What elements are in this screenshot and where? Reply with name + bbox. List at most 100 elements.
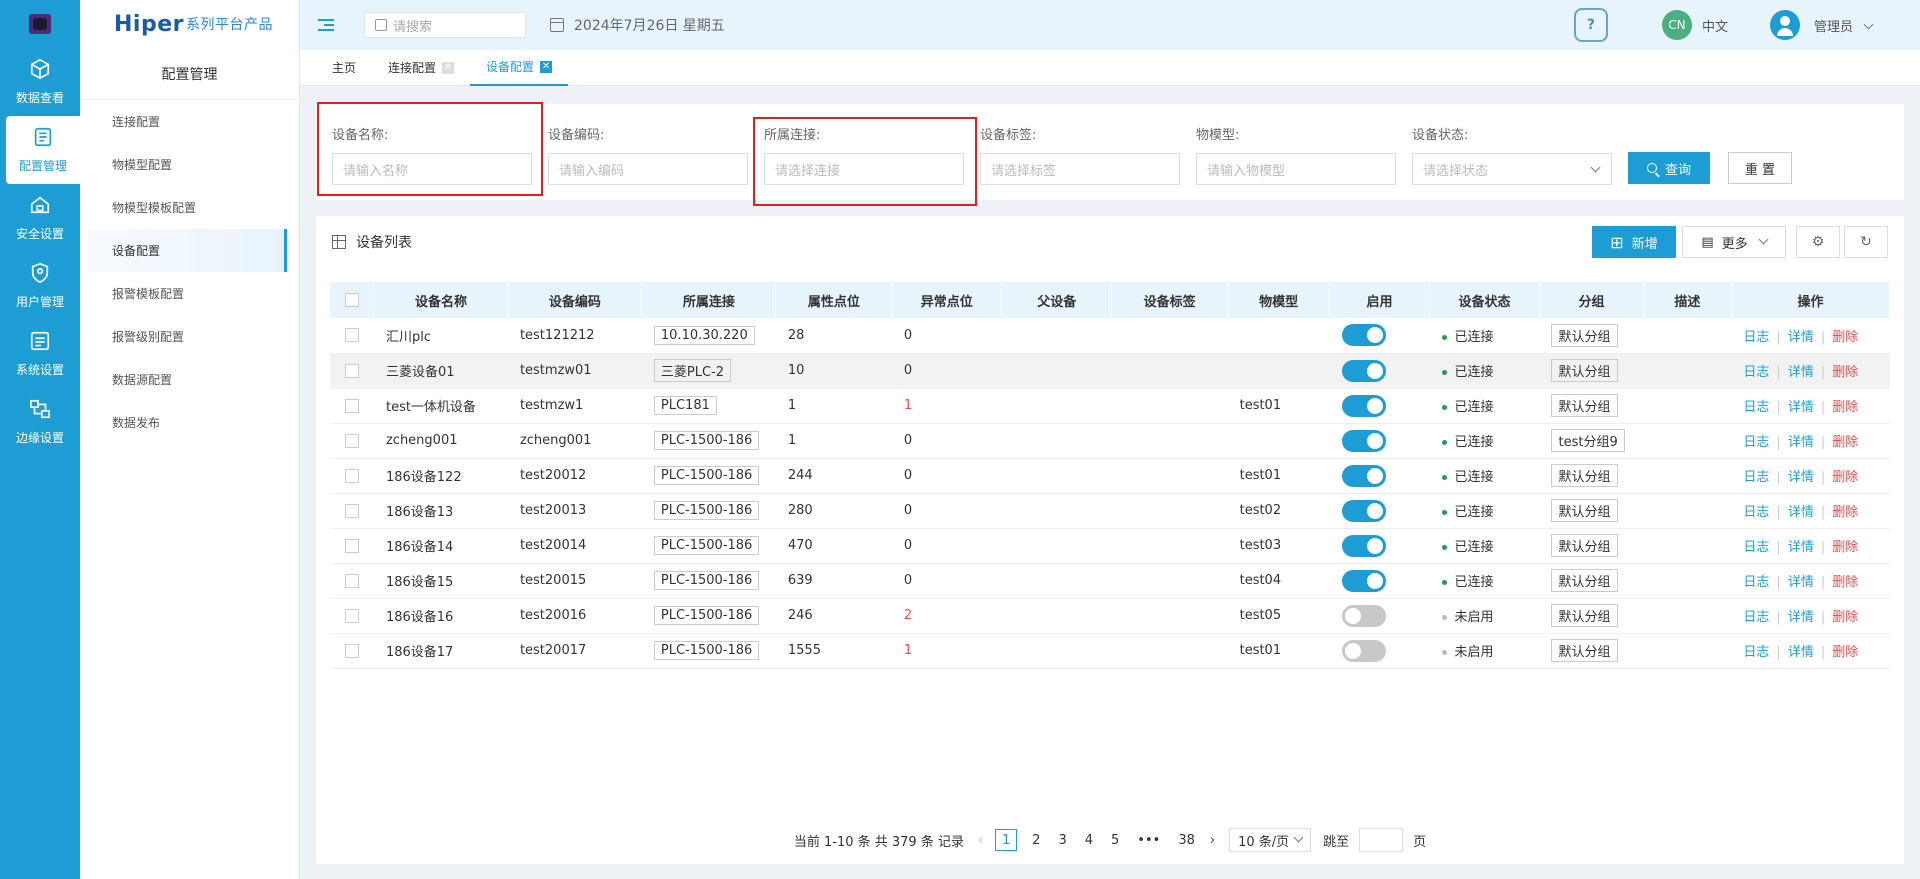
log-link[interactable]: 日志 — [1743, 505, 1769, 520]
page-number[interactable]: 38 — [1175, 833, 1198, 848]
delete-link[interactable]: 删除 — [1832, 435, 1858, 450]
table-row[interactable]: 186设备16 test20016 PLC-1500-186 246 2 test05 未启… — [330, 598, 1890, 634]
detail-link[interactable]: 详情 — [1788, 575, 1814, 590]
sidebar-item[interactable]: 报警模板配置 — [80, 272, 299, 315]
row-checkbox[interactable] — [344, 468, 359, 483]
row-checkbox[interactable] — [344, 538, 359, 553]
sidebar-item[interactable]: 报警级别配置 — [80, 315, 299, 358]
device-code-input[interactable]: 请输入编码 — [548, 153, 748, 185]
page-number[interactable]: 3 — [1055, 833, 1069, 848]
log-link[interactable]: 日志 — [1743, 610, 1769, 625]
row-checkbox[interactable] — [344, 643, 359, 658]
rail-item-3[interactable]: 安全设置 — [0, 184, 80, 252]
row-checkbox[interactable] — [344, 328, 359, 343]
rail-item-5[interactable]: 系统设置 — [0, 320, 80, 388]
table-row[interactable]: 汇川plc test121212 10.10.30.220 28 0 已连接 默认分组 日志 |… — [330, 318, 1890, 354]
sidebar-item[interactable]: 数据发布 — [80, 401, 299, 444]
language-badge[interactable]: CN — [1661, 10, 1692, 40]
sidebar-item[interactable]: 数据源配置 — [80, 358, 299, 401]
detail-link[interactable]: 详情 — [1788, 435, 1814, 450]
select-all-checkbox[interactable] — [344, 293, 359, 307]
enable-toggle[interactable] — [1341, 569, 1386, 592]
search-input[interactable]: 请搜索 — [364, 12, 526, 38]
log-link[interactable]: 日志 — [1743, 435, 1769, 450]
row-checkbox[interactable] — [344, 363, 359, 378]
device-tag-select[interactable]: 请选择标签 — [980, 153, 1180, 185]
delete-link[interactable]: 删除 — [1832, 610, 1858, 625]
enable-toggle[interactable] — [1341, 359, 1386, 382]
menu-toggle-icon[interactable] — [318, 19, 334, 31]
enable-toggle[interactable] — [1341, 499, 1386, 522]
page-number[interactable]: 5 — [1108, 833, 1122, 848]
page-number[interactable]: 1 — [995, 829, 1018, 851]
user-menu[interactable]: 管理员 — [1814, 16, 1874, 35]
row-checkbox[interactable] — [344, 573, 359, 588]
enable-toggle[interactable] — [1341, 604, 1386, 627]
delete-link[interactable]: 删除 — [1832, 645, 1858, 660]
delete-link[interactable]: 删除 — [1832, 330, 1858, 345]
detail-link[interactable]: 详情 — [1788, 610, 1814, 625]
close-icon[interactable]: ✕ — [442, 61, 455, 74]
delete-link[interactable]: 删除 — [1832, 575, 1858, 590]
rail-item-2[interactable]: 配置管理 — [6, 116, 80, 184]
tab-home[interactable]: 主页 — [316, 50, 372, 86]
table-row[interactable]: 186设备15 test20015 PLC-1500-186 639 0 test04 已连… — [330, 563, 1890, 599]
log-link[interactable]: 日志 — [1743, 645, 1769, 660]
log-link[interactable]: 日志 — [1743, 470, 1769, 485]
sidebar-item[interactable]: 物模型模板配置 — [80, 186, 299, 229]
table-row[interactable]: test一体机设备 testmzw1 PLC181 1 1 test01 已连接 默认分组 日志… — [330, 388, 1890, 424]
enable-toggle[interactable] — [1341, 464, 1386, 487]
table-row[interactable]: 186设备17 test20017 PLC-1500-186 1555 1 test01 未… — [330, 633, 1890, 669]
next-page-icon[interactable]: › — [1210, 833, 1215, 848]
tab-connection-config[interactable]: 连接配置 ✕ — [372, 50, 470, 86]
close-icon[interactable]: ✕ — [540, 60, 553, 73]
log-link[interactable]: 日志 — [1743, 540, 1769, 555]
page-number[interactable]: 2 — [1029, 833, 1043, 848]
query-button[interactable]: 查询 — [1628, 152, 1710, 184]
detail-link[interactable]: 详情 — [1788, 540, 1814, 555]
enable-toggle[interactable] — [1341, 639, 1386, 662]
row-checkbox[interactable] — [344, 503, 359, 518]
row-checkbox[interactable] — [344, 433, 359, 448]
sidebar-item[interactable]: 物模型配置 — [80, 143, 299, 186]
table-row[interactable]: zcheng001 zcheng001 PLC-1500-186 1 0 已连接 test分… — [330, 423, 1890, 459]
page-number[interactable]: ••• — [1134, 833, 1163, 848]
log-link[interactable]: 日志 — [1743, 365, 1769, 380]
sidebar-item[interactable]: 连接配置 — [80, 100, 299, 143]
enable-toggle[interactable] — [1341, 394, 1386, 417]
tab-device-config[interactable]: 设备配置 ✕ — [470, 50, 569, 86]
rail-item-6[interactable]: 边缘设置 — [0, 388, 80, 456]
add-button[interactable]: ⊞ 新增 — [1592, 226, 1676, 258]
page-size-select[interactable]: 10 条/页 — [1229, 828, 1312, 852]
log-link[interactable]: 日志 — [1743, 400, 1769, 415]
table-row[interactable]: 186设备122 test20012 PLC-1500-186 244 0 test01 已… — [330, 458, 1890, 494]
refresh-button[interactable]: ↻ — [1844, 226, 1888, 258]
delete-link[interactable]: 删除 — [1832, 470, 1858, 485]
reset-button[interactable]: 重 置 — [1728, 152, 1792, 184]
language-label[interactable]: 中文 — [1702, 16, 1728, 35]
detail-link[interactable]: 详情 — [1788, 400, 1814, 415]
log-link[interactable]: 日志 — [1743, 330, 1769, 345]
jump-page-input[interactable] — [1359, 828, 1404, 852]
enable-toggle[interactable] — [1341, 324, 1386, 347]
detail-link[interactable]: 详情 — [1788, 645, 1814, 660]
delete-link[interactable]: 删除 — [1832, 365, 1858, 380]
table-row[interactable]: 186设备13 test20013 PLC-1500-186 280 0 test02 已连… — [330, 493, 1890, 529]
row-checkbox[interactable] — [344, 608, 359, 623]
detail-link[interactable]: 详情 — [1788, 330, 1814, 345]
table-row[interactable]: 186设备14 test20014 PLC-1500-186 470 0 test03 已连… — [330, 528, 1890, 564]
log-link[interactable]: 日志 — [1743, 575, 1769, 590]
model-input[interactable]: 请输入物模型 — [1196, 153, 1396, 185]
settings-button[interactable]: ⚙ — [1796, 226, 1840, 258]
enable-toggle[interactable] — [1341, 534, 1386, 557]
prev-page-icon[interactable]: ‹ — [978, 833, 983, 848]
table-row[interactable]: 三菱设备01 testmzw01 三菱PLC-2 10 0 已连接 默认分组 日志 | 详情 | 删除 — [330, 353, 1890, 389]
rail-item-1[interactable]: 数据查看 — [0, 48, 80, 116]
delete-link[interactable]: 删除 — [1832, 505, 1858, 520]
page-number[interactable]: 4 — [1082, 833, 1096, 848]
detail-link[interactable]: 详情 — [1788, 505, 1814, 520]
detail-link[interactable]: 详情 — [1788, 470, 1814, 485]
rail-item-4[interactable]: 用户管理 — [0, 252, 80, 320]
sidebar-item[interactable]: 设备配置 — [88, 229, 287, 272]
detail-link[interactable]: 详情 — [1788, 365, 1814, 380]
